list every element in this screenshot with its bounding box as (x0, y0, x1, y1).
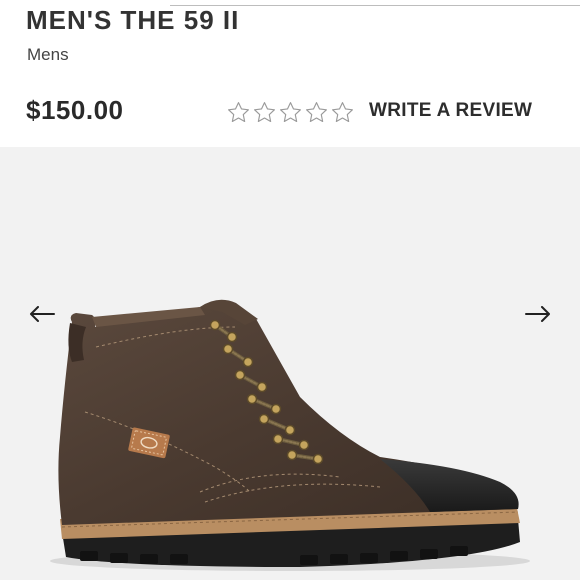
product-title: MEN'S THE 59 II (26, 5, 240, 35)
arrow-left-icon[interactable] (28, 306, 56, 322)
write-review-link[interactable]: WRITE A REVIEW (369, 100, 532, 122)
boot-image (50, 299, 530, 571)
product-category: Mens (27, 45, 69, 64)
rating-stars[interactable] (226, 100, 355, 125)
star-icon[interactable] (252, 100, 277, 125)
product-price: $150.00 (26, 95, 124, 125)
star-icon[interactable] (278, 100, 303, 125)
star-icon[interactable] (226, 100, 251, 125)
star-icon[interactable] (330, 100, 355, 125)
star-icon[interactable] (304, 100, 329, 125)
arrow-right-icon[interactable] (524, 306, 552, 322)
